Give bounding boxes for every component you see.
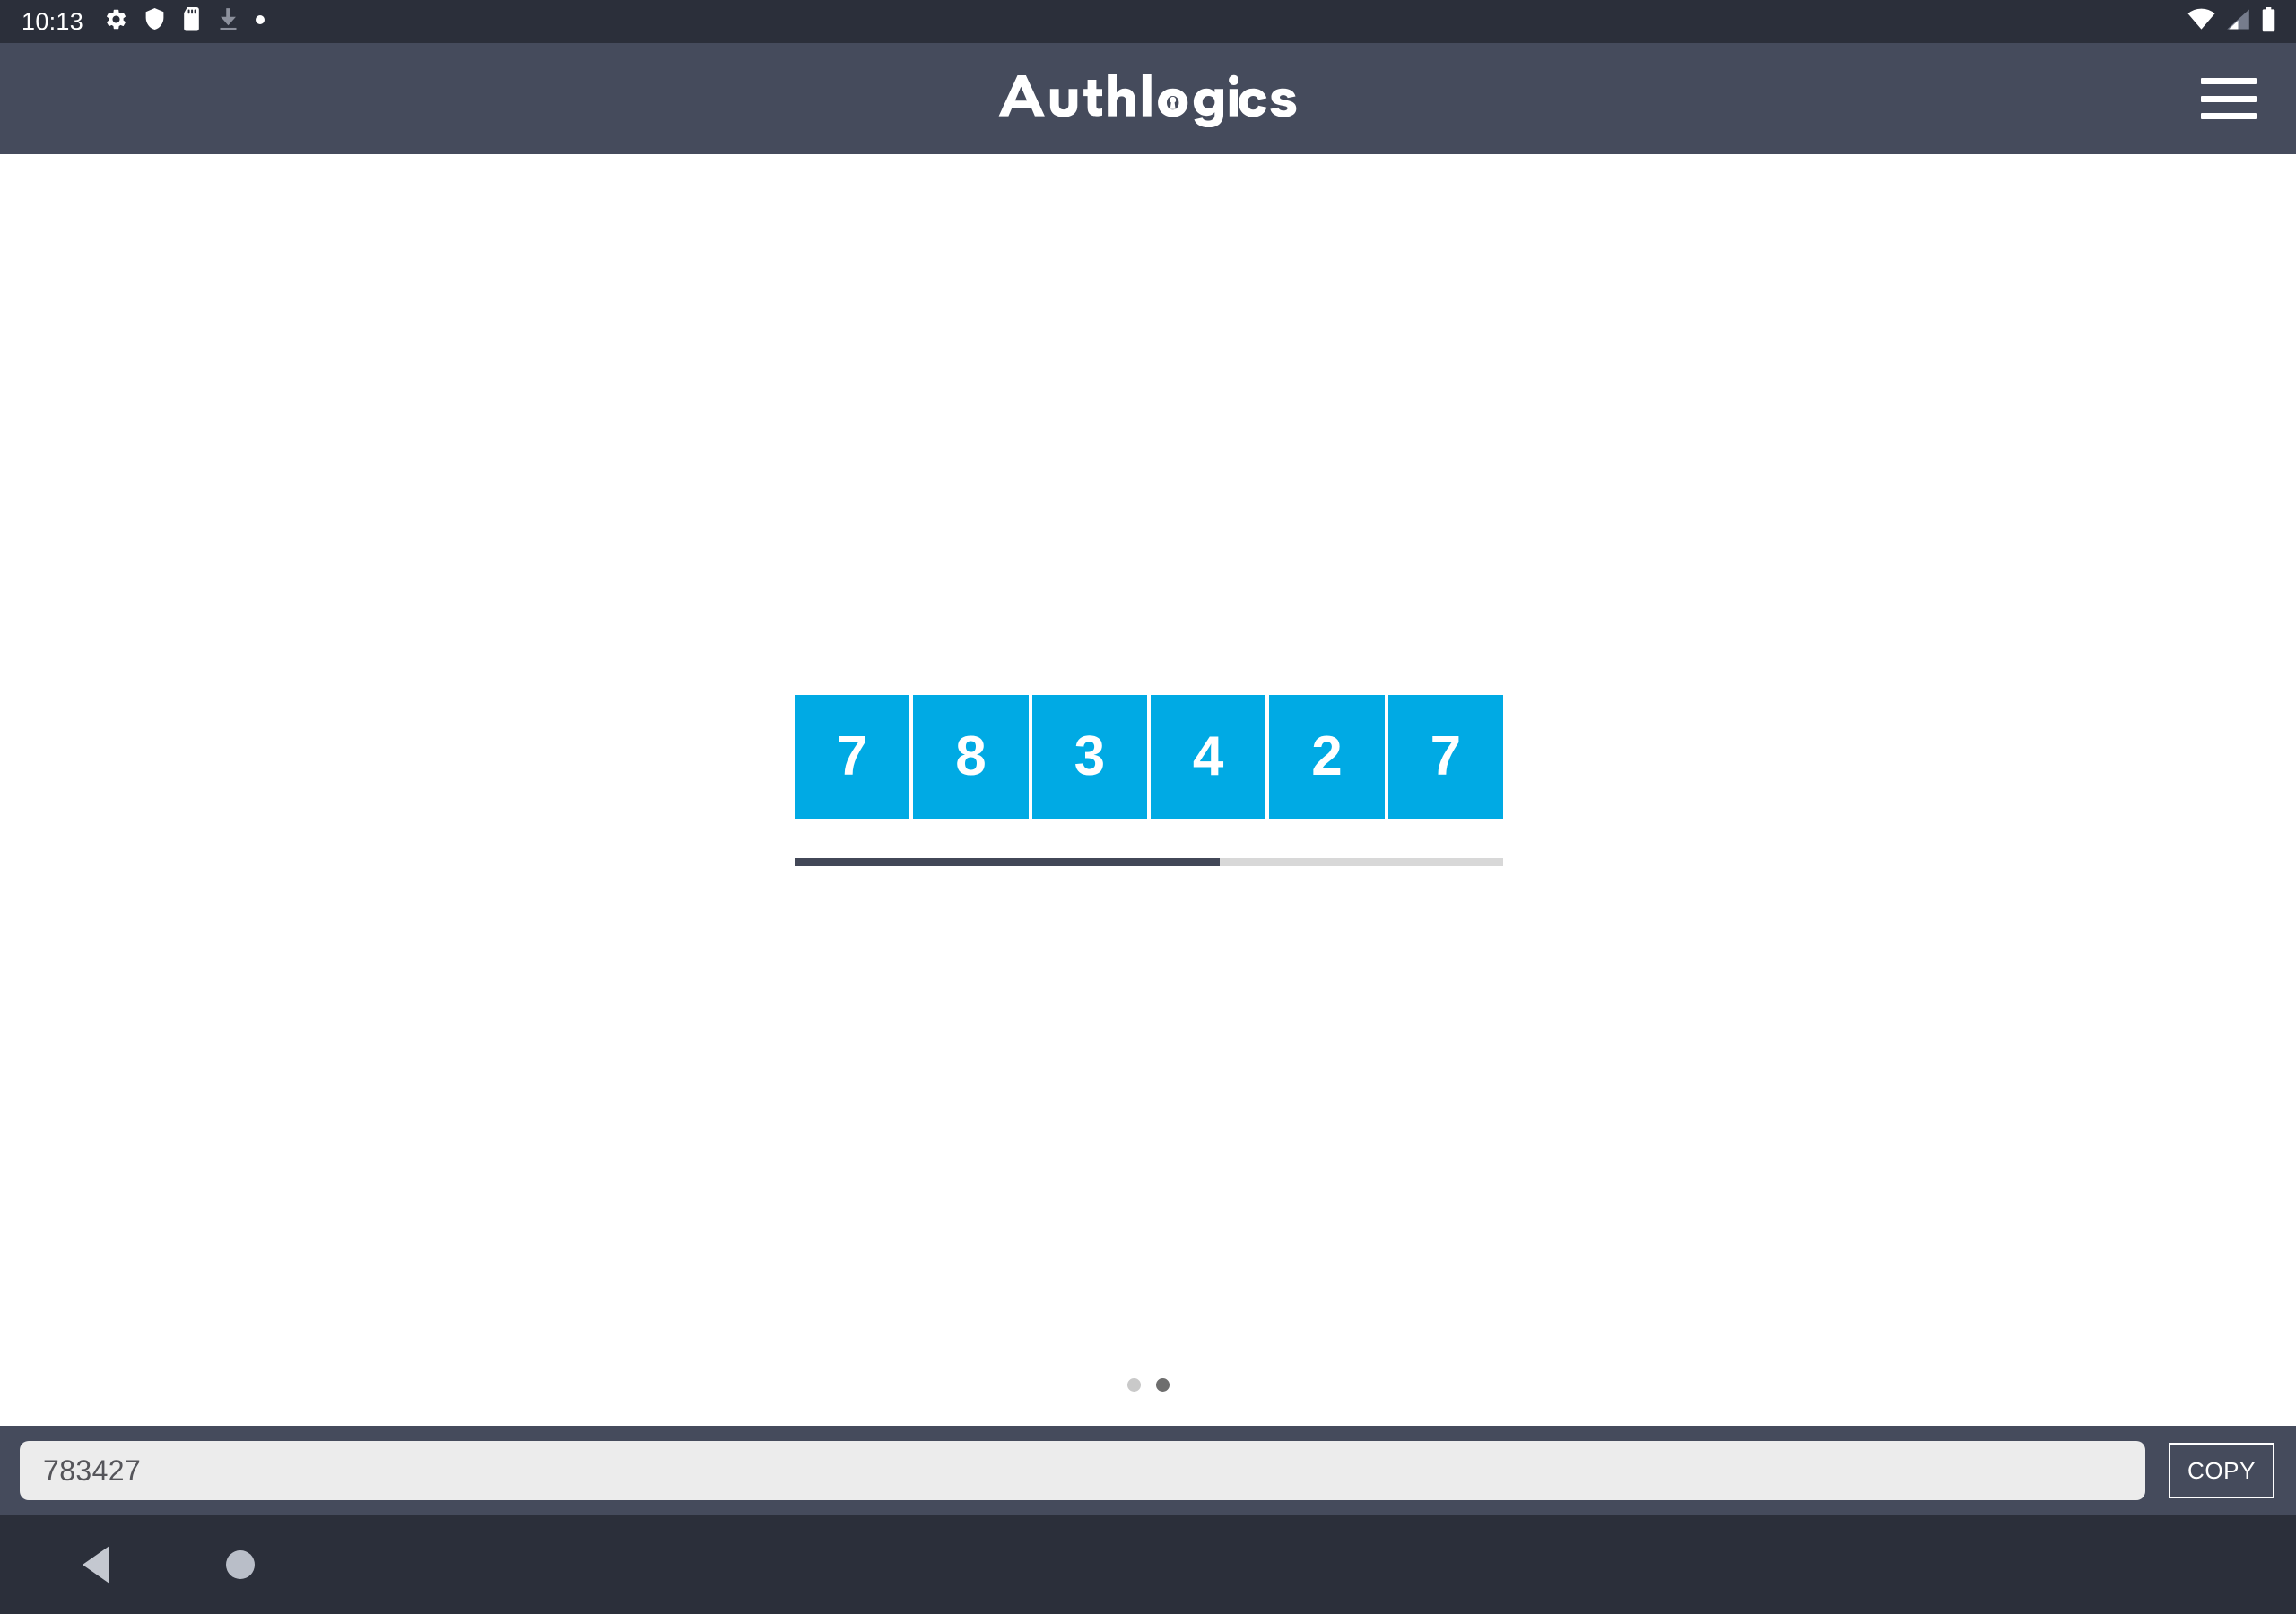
otp-expiry-progress-fill xyxy=(795,858,1220,866)
wifi-icon xyxy=(2187,7,2215,36)
otp-code-field[interactable]: 783427 xyxy=(20,1441,2145,1500)
gear-icon xyxy=(104,7,128,36)
otp-tile-row: 7 8 3 4 2 7 xyxy=(795,695,1503,819)
status-bar-right-group xyxy=(2187,6,2276,37)
main-content: 7 8 3 4 2 7 xyxy=(0,154,2296,1426)
sd-card-icon xyxy=(181,7,202,36)
page-indicator xyxy=(0,1378,2296,1392)
dot-icon xyxy=(255,13,265,30)
hamburger-line-3 xyxy=(2201,113,2257,119)
otp-display: 7 8 3 4 2 7 xyxy=(795,695,1503,866)
app-logo xyxy=(997,70,1299,127)
page-dot[interactable] xyxy=(1155,1378,1170,1392)
hamburger-line-1 xyxy=(2201,78,2257,84)
otp-digit-tile: 4 xyxy=(1150,695,1266,819)
android-nav-bar xyxy=(0,1515,2296,1614)
shield-icon xyxy=(144,7,166,36)
otp-expiry-progress-track xyxy=(795,858,1503,866)
otp-code-value: 783427 xyxy=(43,1453,142,1487)
status-clock: 10:13 xyxy=(22,7,84,35)
battery-icon xyxy=(2261,6,2276,37)
authlogics-wordmark-tail xyxy=(1239,88,1297,117)
cellular-signal-icon xyxy=(2226,7,2250,36)
otp-digit-tile: 3 xyxy=(1031,695,1147,819)
otp-digit-tile: 2 xyxy=(1269,695,1385,819)
back-triangle-icon[interactable] xyxy=(83,1546,109,1584)
page-dot[interactable] xyxy=(1126,1378,1141,1392)
hamburger-line-2 xyxy=(2201,95,2257,102)
otp-digit-tile: 7 xyxy=(795,695,910,819)
copy-bar: 783427 COPY xyxy=(0,1426,2296,1515)
app-header xyxy=(0,43,2296,154)
status-bar: 10:13 xyxy=(0,0,2296,43)
home-circle-icon[interactable] xyxy=(226,1550,255,1579)
hamburger-menu-icon[interactable] xyxy=(2201,78,2257,119)
authlogics-wordmark xyxy=(998,74,1238,127)
copy-button[interactable]: COPY xyxy=(2169,1443,2274,1498)
download-icon xyxy=(217,7,239,36)
otp-digit-tile: 7 xyxy=(1387,695,1503,819)
status-bar-left-group: 10:13 xyxy=(22,7,265,36)
otp-digit-tile: 8 xyxy=(913,695,1029,819)
